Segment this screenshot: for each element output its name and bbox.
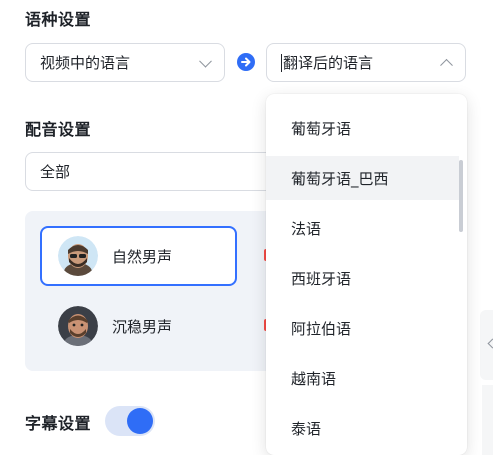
dropdown-option[interactable]: 泰语 xyxy=(266,406,459,450)
dropdown-option[interactable]: 葡萄牙语_巴西 xyxy=(266,156,459,200)
voice-name: 沉稳男声 xyxy=(112,317,173,336)
subtitle-toggle[interactable] xyxy=(105,406,155,436)
source-language-select[interactable]: 视频中的语言 xyxy=(25,43,225,82)
language-dropdown: 葡萄牙语 葡萄牙语_巴西 法语 西班牙语 阿拉伯语 越南语 泰语 xyxy=(266,94,467,455)
toggle-knob xyxy=(127,408,153,434)
avatar xyxy=(58,236,98,276)
dropdown-option[interactable]: 西班牙语 xyxy=(266,256,459,300)
voice-item-steady-male[interactable]: 沉稳男声 xyxy=(58,306,172,346)
voice-filter-value: 全部 xyxy=(40,163,71,181)
target-language-select[interactable]: 翻译后的语言 xyxy=(266,43,466,82)
target-language-placeholder: 翻译后的语言 xyxy=(283,54,374,72)
avatar xyxy=(58,306,98,346)
voice-name: 自然男声 xyxy=(112,247,173,266)
dropdown-scrollbar[interactable] xyxy=(459,160,463,232)
chevron-left-icon xyxy=(487,338,493,349)
dropdown-option[interactable]: 法语 xyxy=(266,206,459,250)
side-panel-edge xyxy=(482,385,493,455)
voice-item-natural-male[interactable]: 自然男声 xyxy=(58,236,172,276)
dropdown-option[interactable]: 越南语 xyxy=(266,356,459,400)
dropdown-option[interactable]: 葡萄牙语 xyxy=(266,106,459,150)
dubbing-settings-title: 配音设置 xyxy=(25,120,92,139)
arrow-right-icon xyxy=(236,52,256,72)
text-cursor xyxy=(281,53,282,72)
language-settings-title: 语种设置 xyxy=(25,10,92,29)
chevron-down-icon xyxy=(199,54,212,68)
dropdown-option[interactable]: 阿拉伯语 xyxy=(266,306,459,350)
chevron-up-icon xyxy=(440,58,453,72)
voice-filter-select[interactable]: 全部 xyxy=(25,152,285,191)
collapse-handle[interactable] xyxy=(480,310,493,380)
source-language-placeholder: 视频中的语言 xyxy=(40,54,131,72)
subtitle-settings-title: 字幕设置 xyxy=(25,414,92,433)
